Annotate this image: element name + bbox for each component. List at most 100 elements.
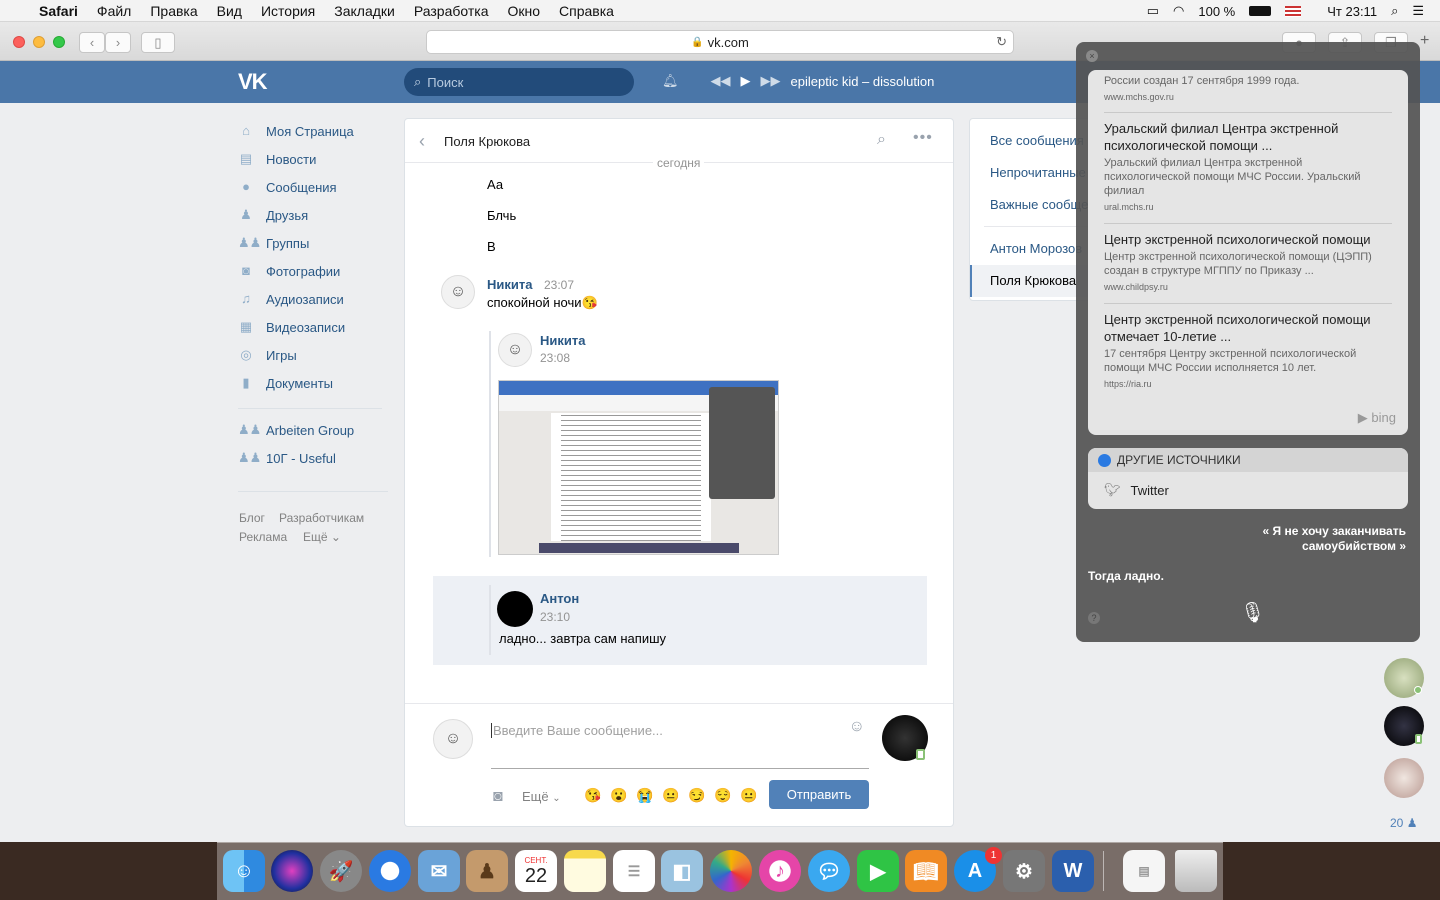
trash-icon[interactable] — [1175, 850, 1217, 892]
new-tab-icon[interactable]: + — [1420, 32, 1429, 50]
chat-title[interactable]: Поля Крюкова — [444, 134, 530, 149]
track-title[interactable]: epileptic kid – dissolution — [791, 74, 935, 89]
nav-friends[interactable]: ♟ Друзья — [238, 203, 308, 227]
screenshot-attachment[interactable] — [498, 380, 779, 555]
address-bar[interactable]: 🔒 vk.com ↻ — [426, 30, 1014, 54]
wifi-icon[interactable]: ◠ — [1173, 3, 1184, 19]
facetime-icon[interactable]: ▶ — [857, 850, 899, 892]
filter-all[interactable]: Все сообщения — [990, 133, 1084, 148]
menu-view[interactable]: Вид — [217, 3, 242, 19]
footer-ads[interactable]: Реклама — [239, 530, 287, 544]
search-input[interactable]: ⌕ Поиск — [404, 68, 634, 96]
own-avatar[interactable]: ☺ — [433, 719, 473, 759]
menu-bookmarks[interactable]: Закладки — [334, 3, 395, 19]
emoji-crying[interactable]: 😭 — [636, 787, 653, 804]
web-result[interactable]: России создан 17 сентября 1999 года. www… — [1104, 72, 1390, 102]
safari-icon[interactable]: ✛ — [369, 850, 411, 892]
nav-photos[interactable]: ◙ Фотографии — [238, 259, 340, 283]
avatar[interactable]: ☺ — [441, 275, 475, 309]
contacts-icon[interactable]: ♟ — [466, 850, 508, 892]
word-icon[interactable]: W — [1052, 850, 1094, 892]
send-button[interactable]: Отправить — [769, 780, 869, 809]
friends-count[interactable]: 20 ♟ — [1390, 816, 1417, 830]
friend-avatar[interactable] — [1384, 758, 1424, 798]
minimize-window-button[interactable] — [33, 36, 45, 48]
nav-games[interactable]: ◎ Игры — [238, 343, 296, 367]
emoji-smirk[interactable]: 😏 — [688, 787, 705, 804]
emoji-neutral[interactable]: 😐 — [662, 787, 679, 804]
microphone-icon[interactable]: 🎙︎ — [1240, 600, 1265, 625]
next-track-icon[interactable]: ▶▶ — [761, 73, 781, 89]
avatar[interactable]: ☺ — [498, 333, 532, 367]
message-time[interactable]: 23:07 — [544, 278, 574, 292]
clock[interactable]: Чт 23:11 — [1327, 4, 1377, 19]
battery-percent[interactable]: 100 % — [1198, 4, 1235, 19]
web-result[interactable]: Центр экстренной психологической помощи … — [1104, 311, 1390, 389]
menu-develop[interactable]: Разработка — [414, 3, 489, 19]
flag-icon[interactable] — [1285, 5, 1302, 17]
calendar-icon[interactable]: СЕНТ. 22 — [515, 850, 557, 892]
footer-blog[interactable]: Блог — [239, 511, 265, 525]
nav-group-arbeiten[interactable]: ♟♟ Arbeiten Group — [238, 418, 354, 442]
spotlight-icon[interactable]: ⌕ — [1391, 3, 1398, 19]
chat-search-icon[interactable]: ⌕ — [877, 131, 886, 149]
menu-window[interactable]: Окно — [507, 3, 540, 19]
nav-messages[interactable]: ● Сообщения — [238, 175, 337, 199]
forwarded-author[interactable]: Никита — [540, 333, 585, 348]
vk-logo[interactable]: VK — [238, 69, 268, 95]
avatar[interactable] — [497, 591, 533, 627]
nav-my-page[interactable]: ⌂ Моя Страница — [238, 119, 354, 143]
filter-unread[interactable]: Непрочитанные — [990, 165, 1086, 180]
twitter-source[interactable]: 🐦︎ Twitter — [1104, 482, 1169, 498]
photos-icon[interactable] — [710, 850, 752, 892]
nav-groups[interactable]: ♟♟ Группы — [238, 231, 309, 255]
emoji-relieved[interactable]: 😌 — [714, 787, 731, 804]
emoji-surprised[interactable]: 😮 — [610, 787, 627, 804]
reload-icon[interactable]: ↻ — [996, 34, 1007, 50]
zoom-window-button[interactable] — [53, 36, 65, 48]
menu-safari[interactable]: Safari — [39, 3, 78, 19]
nav-audio[interactable]: ♫ Аудиозаписи — [238, 287, 344, 311]
forwarded-author[interactable]: Антон — [540, 591, 579, 606]
system-preferences-icon[interactable]: ⚙ — [1003, 850, 1045, 892]
menu-file[interactable]: Файл — [97, 3, 131, 19]
battery-icon[interactable] — [1249, 6, 1272, 16]
footer-devs[interactable]: Разработчикам — [279, 511, 364, 525]
dialog-item[interactable]: Антон Морозов — [990, 241, 1082, 256]
emoji-neutral[interactable]: 😐 — [740, 787, 757, 804]
close-window-button[interactable] — [13, 36, 25, 48]
back-button[interactable]: ‹ — [79, 32, 105, 53]
nav-video[interactable]: ▦ Видеозаписи — [238, 315, 345, 339]
messages-app-icon[interactable]: 💬︎ — [808, 850, 850, 892]
siri-close-icon[interactable]: × — [1086, 50, 1098, 62]
message-input[interactable]: Введите Ваше сообщение... ☺ — [491, 717, 869, 769]
nav-news[interactable]: ▤ Новости — [238, 147, 316, 171]
web-result[interactable]: Центр экстренной психологической помощи … — [1104, 231, 1390, 292]
reminders-icon[interactable]: ☰ — [613, 850, 655, 892]
notification-center-icon[interactable]: ☰ — [1412, 3, 1424, 19]
more-attach-button[interactable]: Ещё ⌄ — [522, 789, 561, 804]
message-author[interactable]: Никита — [487, 277, 532, 292]
notes-icon[interactable] — [564, 850, 606, 892]
web-result[interactable]: Уральский филиал Центра экстренной психо… — [1104, 120, 1390, 212]
finder-icon[interactable]: ☺ — [223, 850, 265, 892]
mail-icon[interactable]: ✉ — [418, 850, 460, 892]
preview-icon[interactable]: ◧ — [661, 850, 703, 892]
previous-track-icon[interactable]: ◀◀ — [711, 73, 731, 89]
filter-important[interactable]: Важные сообщения — [990, 197, 1088, 212]
airplay-icon[interactable]: ▭ — [1147, 3, 1159, 19]
emoji-kiss[interactable]: 😘 — [584, 787, 601, 804]
attach-photo-icon[interactable]: ◙ — [493, 788, 503, 806]
sidebar-toggle-icon[interactable]: ▯ — [141, 32, 175, 53]
bell-icon[interactable]: 🔔︎ — [662, 73, 679, 89]
back-arrow-icon[interactable]: ‹ — [419, 131, 425, 152]
siri-icon[interactable] — [271, 850, 313, 892]
forward-button[interactable]: › — [105, 32, 131, 53]
itunes-icon[interactable]: ♪ — [759, 850, 801, 892]
more-actions-icon[interactable]: ••• — [913, 129, 933, 147]
dialog-item-active[interactable]: Поля Крюкова — [990, 273, 1076, 288]
nav-group-10g[interactable]: ♟♟ 10Г - Useful — [238, 446, 336, 470]
ibooks-icon[interactable]: 📖︎ — [905, 850, 947, 892]
document-icon[interactable]: ▤ — [1123, 850, 1165, 892]
nav-documents[interactable]: ▮ Документы — [238, 371, 333, 395]
